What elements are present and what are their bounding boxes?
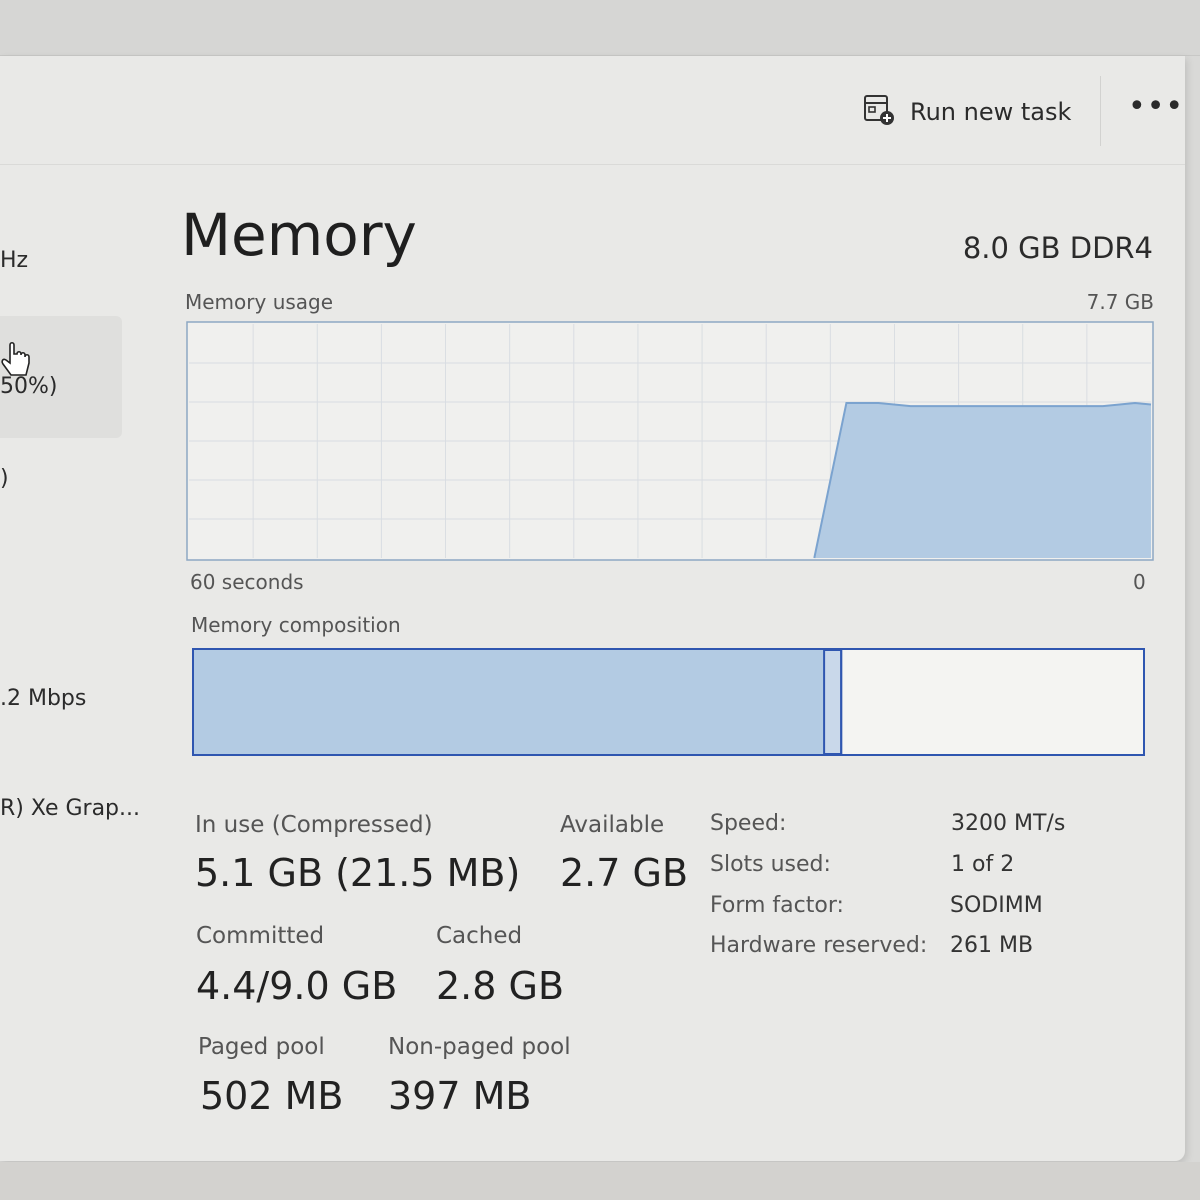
toolbar: Run new task ••• bbox=[0, 56, 1185, 165]
run-new-task-icon bbox=[862, 93, 896, 131]
page-title: Memory bbox=[181, 201, 417, 269]
sidebar-item-cpu-fragment[interactable]: Hz bbox=[0, 248, 28, 273]
in-use-label: In use (Compressed) bbox=[195, 812, 433, 838]
memory-composition-bar bbox=[192, 648, 1145, 756]
non-paged-pool-value: 397 MB bbox=[388, 1074, 532, 1118]
hardware-reserved-value: 261 MB bbox=[950, 933, 1034, 958]
cached-label: Cached bbox=[436, 923, 523, 949]
memory-usage-max: 7.7 GB bbox=[1086, 290, 1154, 314]
form-factor-value: SODIMM bbox=[950, 893, 1043, 918]
graph-time-right: 0 bbox=[1133, 570, 1146, 594]
composition-modified bbox=[823, 649, 843, 755]
sidebar-item-gpu-fragment[interactable]: R) Xe Grap... bbox=[0, 796, 140, 821]
memory-composition-label: Memory composition bbox=[191, 613, 401, 637]
more-options-button[interactable]: ••• bbox=[1128, 92, 1183, 132]
available-value: 2.7 GB bbox=[560, 851, 689, 895]
slots-used-value: 1 of 2 bbox=[951, 852, 1015, 877]
toolbar-divider bbox=[1100, 76, 1101, 146]
cached-value: 2.8 GB bbox=[436, 964, 565, 1008]
committed-value: 4.4/9.0 GB bbox=[196, 964, 398, 1008]
paged-pool-label: Paged pool bbox=[198, 1034, 325, 1060]
run-new-task-label: Run new task bbox=[910, 98, 1072, 126]
speed-label: Speed: bbox=[710, 811, 787, 836]
form-factor-label: Form factor: bbox=[710, 893, 844, 918]
run-new-task-button[interactable]: Run new task bbox=[862, 90, 1071, 134]
speed-value: 3200 MT/s bbox=[951, 811, 1066, 836]
slots-used-label: Slots used: bbox=[710, 852, 831, 877]
background-strip-bottom bbox=[0, 1162, 1200, 1200]
memory-usage-label: Memory usage bbox=[185, 290, 334, 314]
graph-time-left: 60 seconds bbox=[190, 570, 304, 594]
committed-label: Committed bbox=[196, 923, 325, 949]
paged-pool-value: 502 MB bbox=[200, 1074, 344, 1118]
graph-area bbox=[814, 403, 1151, 558]
non-paged-pool-label: Non-paged pool bbox=[388, 1034, 571, 1060]
sidebar-item-memory-fragment[interactable]: 50%) bbox=[0, 374, 57, 399]
in-use-value: 5.1 GB (21.5 MB) bbox=[195, 851, 521, 895]
hardware-reserved-label: Hardware reserved: bbox=[710, 933, 928, 958]
available-label: Available bbox=[560, 812, 665, 838]
memory-usage-graph bbox=[186, 321, 1154, 561]
sidebar-item-network-fragment[interactable]: .2 Mbps bbox=[0, 686, 86, 711]
composition-in-use bbox=[194, 650, 825, 754]
background-strip-top bbox=[0, 0, 1200, 56]
memory-total: 8.0 GB DDR4 bbox=[962, 231, 1153, 265]
task-manager-window: Run new task ••• Hz 50%) ) .2 Mbps R) Xe… bbox=[0, 56, 1185, 1161]
sidebar-item-disk-fragment[interactable]: ) bbox=[0, 466, 9, 491]
